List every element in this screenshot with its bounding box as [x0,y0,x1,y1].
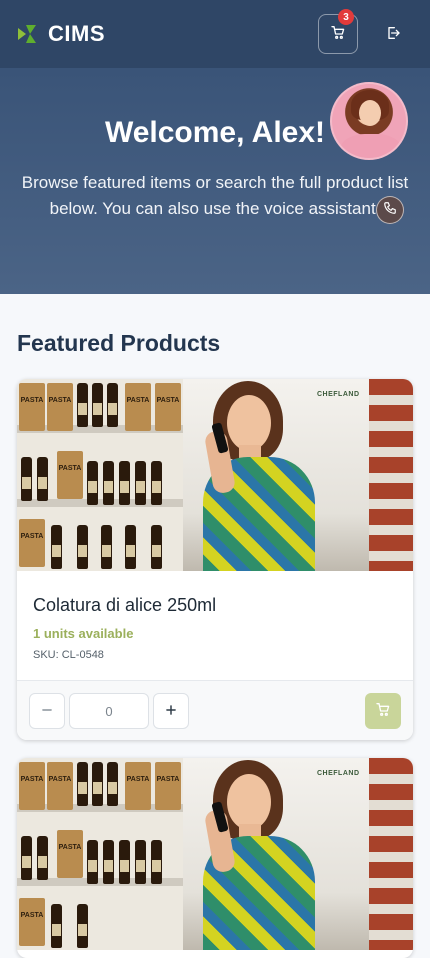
bottle [125,525,136,569]
pasta-bag [155,383,181,431]
product-image[interactable]: CHEFLAND [17,379,413,571]
pasta-bag [57,451,83,499]
bottle [77,525,88,569]
shopper-face [227,774,271,830]
bottle [21,457,32,501]
bottle [101,525,112,569]
app-header: CIMS 3 [0,0,430,68]
logo-icon [16,22,42,46]
bottle [119,461,130,505]
bottle [135,840,146,884]
product-card: CHEFLAND [17,758,413,958]
pasta-bag [19,762,45,810]
pasta-bag [125,762,151,810]
cart-button[interactable]: 3 [318,9,358,54]
decrease-quantity-button[interactable] [29,693,65,729]
bottle [51,904,62,948]
bottle [77,383,88,427]
avatar-face [359,100,381,126]
bottle [77,762,88,806]
bottle [21,836,32,880]
bottle [92,383,103,427]
minus-icon [40,700,54,723]
product-sku: SKU: CL-0548 [33,649,104,661]
welcome-hero: Welcome, Alex! Browse featured items or … [0,68,430,294]
cart-count-badge: 3 [338,9,354,25]
bottle [37,457,48,501]
shelf-area [17,379,183,571]
sauce-shelf [369,758,413,950]
app-logo[interactable]: CIMS [16,21,105,47]
pasta-bag [155,762,181,810]
bottle [92,762,103,806]
product-name: Colatura di alice 250ml [33,595,217,615]
add-to-cart-button[interactable] [365,693,401,729]
app-name: CIMS [48,21,105,46]
store-logo: CHEFLAND [317,391,360,398]
plus-icon [164,700,178,723]
bottle [107,762,118,806]
cart-icon [375,701,391,722]
increase-quantity-button[interactable] [153,693,189,729]
featured-products-title: Featured Products [17,330,221,356]
store-logo: CHEFLAND [317,770,360,777]
bottle [135,461,146,505]
product-actions [17,680,413,740]
quantity-input[interactable] [69,693,149,729]
logout-button[interactable] [378,20,408,50]
pasta-bag [47,383,73,431]
voice-call-button[interactable] [376,196,404,224]
logout-icon [385,25,401,46]
product-card: CHEFLAND Colatura di alice 250ml 1 units… [17,379,413,740]
welcome-subtitle: Browse featured items or search the full… [21,173,409,218]
pasta-bag [57,830,83,878]
voice-assistant-avatar[interactable] [330,82,408,160]
bottle [37,836,48,880]
stock-status: 1 units available [33,626,134,641]
bottle [103,840,114,884]
product-details: Colatura di alice 250ml 1 units availabl… [17,571,413,680]
bottle [87,840,98,884]
cart-icon [330,24,346,45]
product-image[interactable]: CHEFLAND [17,758,413,950]
bottle [151,840,162,884]
pasta-bag [19,519,45,567]
sauce-shelf [369,379,413,571]
avatar-shirt [340,134,402,158]
bottle [87,461,98,505]
pasta-bag [19,383,45,431]
bottle [51,525,62,569]
shelf-area [17,758,183,950]
bottle [151,525,162,569]
phone-icon [383,201,397,220]
bottle [151,461,162,505]
pasta-bag [19,898,45,946]
shopper-face [227,395,271,451]
bottle [107,383,118,427]
bottle [103,461,114,505]
pasta-bag [125,383,151,431]
bottle [119,840,130,884]
bottle [77,904,88,948]
pasta-bag [47,762,73,810]
